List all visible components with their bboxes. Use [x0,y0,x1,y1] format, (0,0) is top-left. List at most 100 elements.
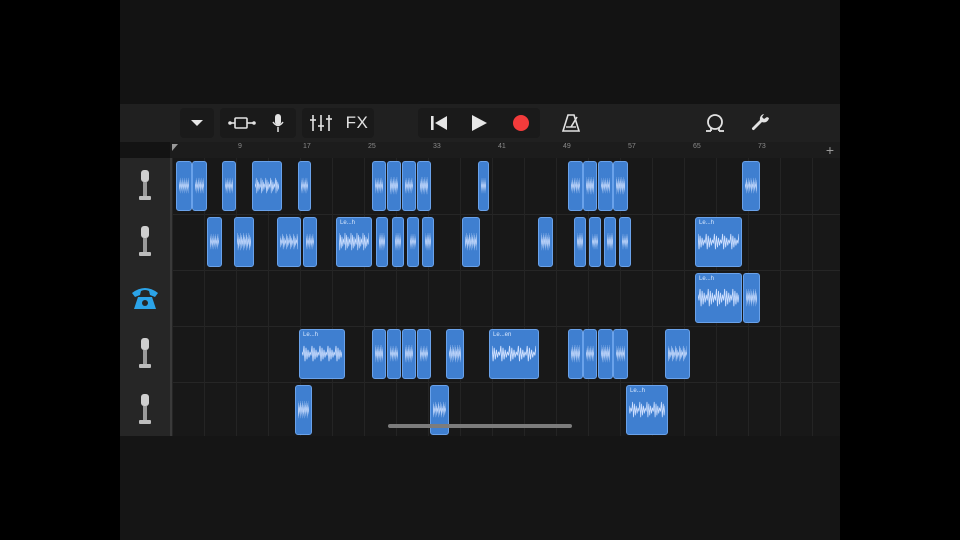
mixer-icon[interactable] [306,108,336,138]
audio-region[interactable] [372,161,386,211]
metronome-icon[interactable] [556,108,586,138]
region-label: Le...h [699,220,715,226]
add-section-button[interactable]: + [826,142,834,158]
audio-region[interactable] [303,217,317,267]
track-header-1[interactable] [120,158,170,214]
track-header-5[interactable] [120,382,170,438]
audio-region[interactable] [462,217,480,267]
grid-line [812,158,813,436]
grid-line [332,158,333,436]
waveform [410,234,416,250]
audio-region[interactable]: Le...h [336,217,372,267]
play-icon[interactable] [464,108,494,138]
audio-region[interactable] [743,273,760,323]
audio-region[interactable] [207,217,222,267]
lane-separator [172,382,840,383]
grid-line [684,158,685,436]
region-label: Le...en [493,332,512,338]
ruler-bar-17: 17 [303,143,311,150]
waveform [425,233,431,251]
waveform [301,178,308,194]
audio-region[interactable]: Le...h [626,385,668,435]
track-header-4[interactable] [120,326,170,382]
audio-region[interactable] [422,217,434,267]
audio-region[interactable] [568,161,583,211]
microphone-icon [139,394,151,424]
horizontal-scrollbar[interactable] [388,424,572,428]
loop-icon[interactable] [700,108,730,138]
audio-region[interactable] [417,161,431,211]
waveform [395,233,401,251]
audio-region[interactable]: Le...en [489,329,539,379]
audio-region[interactable] [192,161,207,211]
microphone-icon[interactable] [266,108,290,138]
audio-region[interactable] [619,217,631,267]
browser-view-icon[interactable] [224,108,260,138]
audio-region[interactable] [538,217,553,267]
rewind-icon[interactable] [424,108,454,138]
audio-region[interactable] [387,161,401,211]
audio-region[interactable] [392,217,404,267]
audio-region[interactable] [583,329,597,379]
ruler-bar-33: 33 [433,143,441,150]
audio-region[interactable] [589,217,601,267]
track-header-3[interactable] [120,270,170,326]
audio-region[interactable] [742,161,760,211]
waveform [698,289,739,307]
bar-ruler[interactable]: 9 17 25 33 41 49 57 65 73 [170,142,840,159]
waveform [622,234,628,250]
audio-region[interactable] [598,161,613,211]
audio-region[interactable] [252,161,282,211]
audio-region[interactable] [574,217,586,267]
waveform [375,345,383,363]
waveform [586,346,594,362]
audio-region[interactable] [613,161,628,211]
audio-region[interactable] [222,161,236,211]
audio-region[interactable] [568,329,583,379]
audio-region[interactable]: Le...h [695,273,742,323]
audio-region[interactable] [613,329,628,379]
audio-region[interactable] [376,217,388,267]
waveform [577,233,583,251]
audio-region[interactable] [402,161,416,211]
ruler-bar-41: 41 [498,143,506,150]
audio-region[interactable] [298,161,311,211]
audio-region[interactable] [665,329,690,379]
audio-region[interactable] [478,161,489,211]
waveform [390,346,398,362]
audio-region[interactable] [583,161,597,211]
lane-separator [172,214,840,215]
grid-line [780,158,781,436]
waveform [339,233,369,251]
record-icon[interactable] [506,108,536,138]
fx-button[interactable]: FX [342,108,372,138]
chevron-down-icon[interactable] [184,108,210,138]
grid-line [460,158,461,436]
audio-region[interactable]: Le...h [299,329,345,379]
ruler-bar-73: 73 [758,143,766,150]
audio-region[interactable] [402,329,416,379]
audio-region[interactable] [417,329,431,379]
grid-line [556,158,557,436]
audio-region[interactable]: Le...h [695,217,742,267]
waveform [698,234,739,250]
waveform [225,178,233,194]
audio-region[interactable] [598,329,613,379]
waveform [420,346,428,362]
grid-line [492,158,493,436]
wrench-icon[interactable] [746,108,776,138]
track-header-2[interactable] [120,214,170,270]
audio-region[interactable] [387,329,401,379]
audio-region[interactable] [372,329,386,379]
tracks-area[interactable]: Le...h Le...h Le...h Le...h Le...en Le...h [172,158,840,436]
audio-region[interactable] [176,161,192,211]
audio-region[interactable] [234,217,254,267]
waveform [571,345,580,363]
audio-region[interactable] [446,329,464,379]
waveform [668,346,687,362]
audio-region[interactable] [604,217,616,267]
audio-region[interactable] [277,217,301,267]
audio-region[interactable] [295,385,312,435]
garageband-screen: FX 9 17 25 33 41 49 57 65 73 + Le...h Le… [120,0,840,540]
audio-region[interactable] [407,217,419,267]
